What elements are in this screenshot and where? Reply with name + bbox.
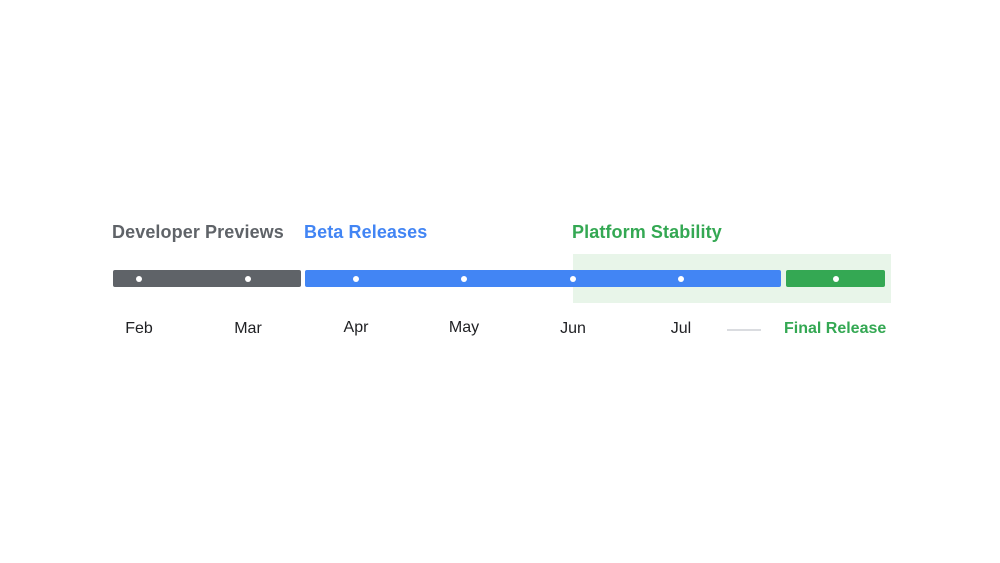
month-label-mar: Mar — [234, 320, 262, 337]
milestone-dot-jun — [570, 275, 576, 282]
month-label-may: May — [448, 319, 480, 336]
milestone-dot-jul — [678, 275, 684, 282]
phase-label-platform-stability: Platform Stability — [572, 222, 722, 242]
developer-previews-bar — [113, 270, 301, 287]
phase-label-developer-previews: Developer Previews — [112, 222, 284, 242]
divider-line — [727, 329, 761, 331]
month-label-jun: Jun — [560, 320, 586, 337]
final-release-label: Final Release — [784, 320, 887, 337]
beta-releases-bar — [305, 270, 781, 287]
milestone-dot-mar — [245, 275, 251, 282]
month-label-jul: Jul — [670, 320, 692, 337]
milestone-dot-feb — [136, 275, 142, 282]
phase-label-beta-releases: Beta Releases — [304, 222, 428, 242]
milestone-dot-apr — [353, 275, 359, 282]
milestone-dot-may — [461, 275, 467, 282]
month-label-feb: Feb — [125, 320, 153, 337]
month-label-apr: Apr — [343, 319, 369, 336]
final-release-bar — [786, 270, 885, 287]
milestone-dot-final — [833, 275, 839, 282]
